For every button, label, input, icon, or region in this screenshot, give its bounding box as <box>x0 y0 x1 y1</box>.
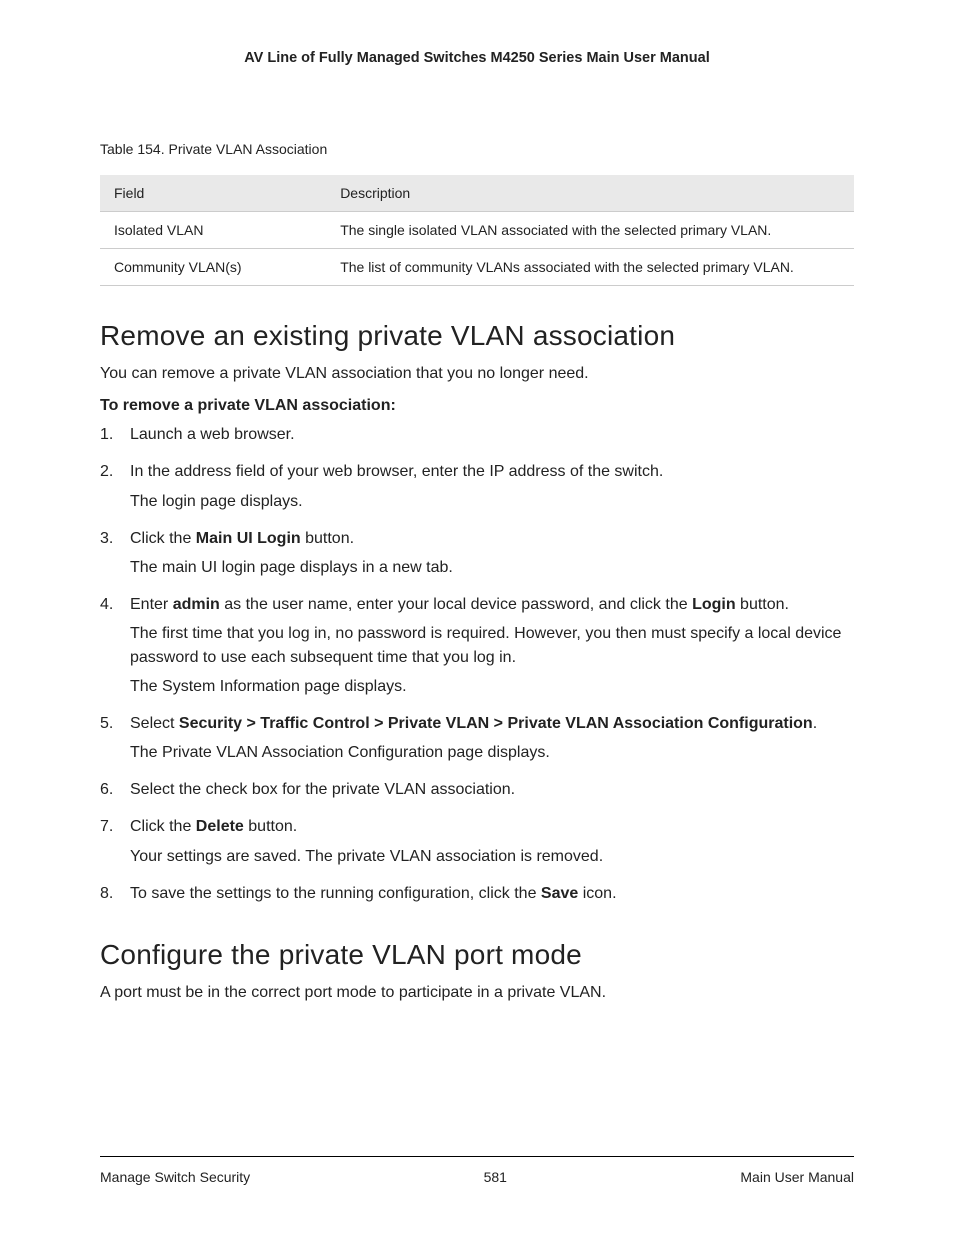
step-text: Select the check box for the private VLA… <box>130 781 515 798</box>
footer-rule <box>100 1156 854 1157</box>
step-text: In the address field of your web browser… <box>130 463 663 480</box>
step-followup: The Private VLAN Association Configurati… <box>130 741 854 764</box>
main-ui-login-label: Main UI Login <box>196 530 301 547</box>
step-3: Click the Main UI Login button. The main… <box>100 527 854 579</box>
step-1: Launch a web browser. <box>100 423 854 446</box>
step-followup: The main UI login page displays in a new… <box>130 556 854 579</box>
step-4: Enter admin as the user name, enter your… <box>100 593 854 698</box>
footer-right: Main User Manual <box>740 1169 854 1185</box>
table-header-description: Description <box>326 175 854 212</box>
step-text: Select Security > Traffic Control > Priv… <box>130 715 817 732</box>
table-cell-description: The single isolated VLAN associated with… <box>326 212 854 249</box>
table-cell-field: Community VLAN(s) <box>100 249 326 286</box>
step-8: To save the settings to the running conf… <box>100 882 854 905</box>
section1-intro: You can remove a private VLAN associatio… <box>100 362 854 385</box>
private-vlan-association-table: Field Description Isolated VLAN The sing… <box>100 175 854 286</box>
step-2: In the address field of your web browser… <box>100 460 854 512</box>
table-caption: Table 154. Private VLAN Association <box>100 141 854 157</box>
step-6: Select the check box for the private VLA… <box>100 778 854 801</box>
step-followup: The login page displays. <box>130 490 854 513</box>
page-footer: Manage Switch Security 581 Main User Man… <box>100 1169 854 1185</box>
table-row: Isolated VLAN The single isolated VLAN a… <box>100 212 854 249</box>
section-heading-remove-association: Remove an existing private VLAN associat… <box>100 320 854 352</box>
step-followup: The first time that you log in, no passw… <box>130 622 854 668</box>
save-label: Save <box>541 885 578 902</box>
admin-label: admin <box>173 596 220 613</box>
section-heading-port-mode: Configure the private VLAN port mode <box>100 939 854 971</box>
step-text: Click the Main UI Login button. <box>130 530 354 547</box>
table-cell-description: The list of community VLANs associated w… <box>326 249 854 286</box>
step-text: Click the Delete button. <box>130 818 297 835</box>
nav-path-label: Security > Traffic Control > Private VLA… <box>179 715 813 732</box>
footer-page-number: 581 <box>484 1169 507 1185</box>
footer-left: Manage Switch Security <box>100 1169 250 1185</box>
login-label: Login <box>692 596 736 613</box>
step-7: Click the Delete button. Your settings a… <box>100 815 854 867</box>
delete-label: Delete <box>196 818 244 835</box>
procedure-lead: To remove a private VLAN association: <box>100 397 854 415</box>
section2-intro: A port must be in the correct port mode … <box>100 981 854 1004</box>
step-text: Enter admin as the user name, enter your… <box>130 596 789 613</box>
table-header-field: Field <box>100 175 326 212</box>
running-header: AV Line of Fully Managed Switches M4250 … <box>100 50 854 66</box>
step-text: To save the settings to the running conf… <box>130 885 617 902</box>
procedure-steps: Launch a web browser. In the address fie… <box>100 423 854 905</box>
table-row: Community VLAN(s) The list of community … <box>100 249 854 286</box>
table-cell-field: Isolated VLAN <box>100 212 326 249</box>
step-5: Select Security > Traffic Control > Priv… <box>100 712 854 764</box>
step-followup: The System Information page displays. <box>130 675 854 698</box>
step-text: Launch a web browser. <box>130 426 295 443</box>
step-followup: Your settings are saved. The private VLA… <box>130 845 854 868</box>
